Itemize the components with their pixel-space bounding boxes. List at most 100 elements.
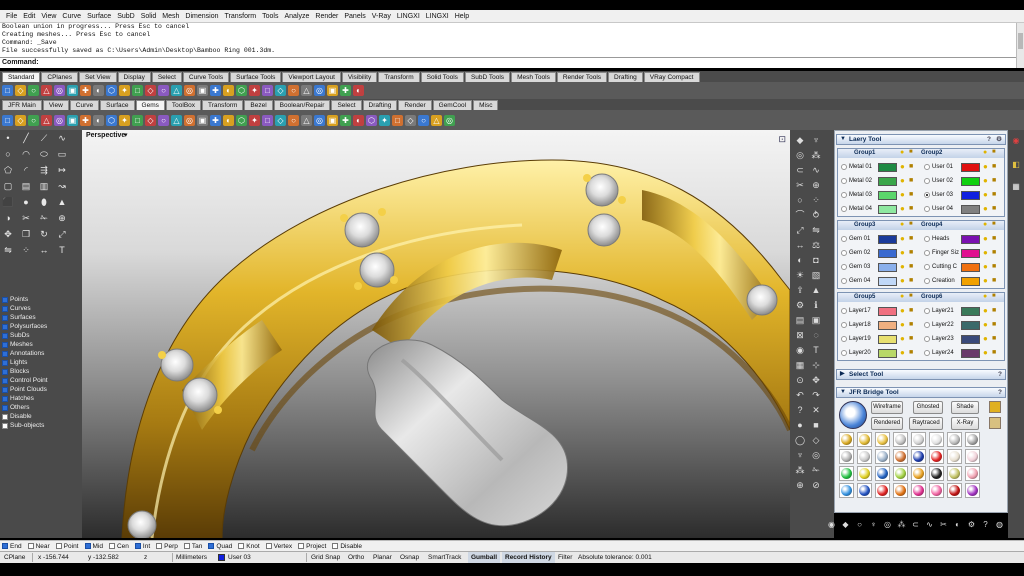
shank-icon[interactable]: ⊂: [910, 519, 921, 530]
text-icon[interactable]: ✚: [340, 114, 351, 126]
rotate-icon[interactable]: ◇: [145, 85, 156, 96]
osnap-checkbox[interactable]: [238, 543, 245, 549]
properties-icon[interactable]: ▣: [327, 85, 338, 96]
tab-toolbox[interactable]: ToolBox: [165, 100, 202, 110]
material-swatch[interactable]: [947, 449, 962, 464]
filter-point-clouds[interactable]: Point Clouds: [0, 385, 48, 394]
osnap-perp[interactable]: Perp: [156, 543, 178, 550]
material-swatch[interactable]: [857, 483, 872, 498]
menu-view[interactable]: View: [38, 13, 59, 20]
tab-set-view[interactable]: Set View: [78, 72, 117, 82]
lock-icon[interactable]: ■: [909, 175, 913, 187]
line-icon[interactable]: ╱: [20, 132, 32, 144]
gumball-icon[interactable]: ◉: [826, 519, 837, 530]
viewport-icon[interactable]: ◐: [223, 85, 234, 96]
mirror-icon[interactable]: ⇋: [2, 244, 14, 256]
gumball-toggle[interactable]: Gumball: [468, 552, 501, 563]
layer-row[interactable]: User 01 ● ■: [921, 160, 1004, 174]
menu-mesh[interactable]: Mesh: [159, 13, 182, 20]
show-icon[interactable]: ◉: [794, 344, 806, 356]
material-swatch[interactable]: [965, 449, 980, 464]
shank-icon[interactable]: △: [41, 114, 52, 126]
tab-subd-tools[interactable]: SubD Tools: [464, 72, 511, 82]
close-icon[interactable]: ✕: [810, 404, 822, 416]
ghosted-button[interactable]: Ghosted: [913, 401, 943, 414]
array-icon[interactable]: ◐: [93, 114, 104, 126]
settings-icon[interactable]: ○: [418, 114, 429, 126]
filter-checkbox[interactable]: [2, 413, 8, 420]
zoom-window-icon[interactable]: △: [171, 85, 182, 96]
zoom-extents-icon[interactable]: ◎: [184, 85, 195, 96]
tab-cplanes[interactable]: CPlanes: [41, 72, 78, 82]
lightbulb-icon[interactable]: ●: [900, 233, 905, 245]
wireframe-button[interactable]: Wireframe: [871, 401, 903, 414]
tab-viewport-layout[interactable]: Viewport Layout: [282, 72, 341, 82]
cplane-label[interactable]: CPlane: [4, 552, 25, 563]
scale-icon[interactable]: ⤢: [794, 224, 806, 236]
layer-color-swatch[interactable]: [878, 349, 897, 358]
osnap-checkbox[interactable]: [208, 543, 215, 549]
layer-radio[interactable]: [924, 308, 930, 314]
lock-icon[interactable]: ■: [992, 175, 996, 187]
osnap-checkbox[interactable]: [27, 543, 34, 549]
layer-radio[interactable]: [841, 322, 847, 328]
point-icon[interactable]: •: [2, 132, 14, 144]
material-swatch[interactable]: [839, 449, 854, 464]
sweep-icon[interactable]: ✚: [210, 114, 221, 126]
lock-icon[interactable]: ■: [909, 203, 913, 215]
lock-icon[interactable]: ■: [909, 305, 913, 317]
prong-icon[interactable]: ♆: [810, 134, 822, 146]
move-icon[interactable]: ✥: [2, 228, 14, 240]
prong2-icon[interactable]: ♆: [794, 449, 806, 461]
material-swatch[interactable]: [857, 449, 872, 464]
material-swatch[interactable]: [929, 466, 944, 481]
lock-icon[interactable]: ■: [909, 189, 913, 201]
cut-icon[interactable]: ✁: [810, 464, 822, 476]
settings-icon[interactable]: ⚙: [966, 519, 977, 530]
layer-color-swatch[interactable]: [878, 277, 897, 286]
gem2-icon[interactable]: ◇: [810, 434, 822, 446]
sphere-icon[interactable]: ●: [20, 196, 32, 208]
light-icon[interactable]: ☀: [794, 269, 806, 281]
material-swatch[interactable]: [947, 466, 962, 481]
osnap-int[interactable]: Int: [134, 543, 150, 550]
layer-radio[interactable]: [924, 350, 930, 356]
filter-curves[interactable]: Curves: [0, 304, 48, 313]
layer-color-swatch[interactable]: [878, 163, 897, 172]
layer-radio[interactable]: [924, 178, 930, 184]
export-icon[interactable]: ⇪: [794, 284, 806, 296]
filter-points[interactable]: Points: [0, 295, 48, 304]
properties-icon[interactable]: ◉: [1011, 136, 1021, 146]
layer-row[interactable]: Gem 02 ● ■: [838, 246, 921, 260]
material-swatch[interactable]: [839, 466, 854, 481]
lock-icon[interactable]: ■: [992, 233, 996, 245]
bulb-icon[interactable]: ●: [983, 221, 987, 228]
lightbulb-icon[interactable]: ●: [900, 347, 905, 359]
tab-standard[interactable]: Standard: [2, 72, 41, 82]
filter-toggle[interactable]: Filter: [558, 552, 572, 563]
prong-icon[interactable]: ♆: [868, 519, 879, 530]
revolve-icon[interactable]: ◐: [223, 114, 234, 126]
tab-surface-tools[interactable]: Surface Tools: [230, 72, 282, 82]
cutter-icon[interactable]: ✂: [794, 179, 806, 191]
osnap-checkbox[interactable]: [298, 543, 305, 549]
lock-icon[interactable]: ■: [909, 221, 913, 227]
material-swatch[interactable]: [947, 483, 962, 498]
explode-icon[interactable]: ▣: [327, 114, 338, 126]
pave-icon[interactable]: ⁂: [810, 149, 822, 161]
layer-color-swatch[interactable]: [961, 163, 980, 172]
ring-icon[interactable]: ○: [854, 519, 865, 530]
layer-row[interactable]: Heads ● ■: [921, 232, 1004, 246]
tab-gems[interactable]: Gems: [135, 100, 165, 110]
layer-row[interactable]: Layer17 ● ■: [838, 304, 921, 318]
join-icon[interactable]: ⊕: [56, 212, 68, 224]
filter-annotations[interactable]: Annotations: [0, 349, 48, 358]
menu-analyze[interactable]: Analyze: [281, 13, 312, 20]
cplane-icon[interactable]: ⬡: [236, 85, 247, 96]
lightbulb-icon[interactable]: ●: [900, 161, 905, 173]
lightbulb-icon[interactable]: ●: [983, 203, 988, 215]
layer-color-swatch[interactable]: [961, 235, 980, 244]
layer-radio[interactable]: [841, 336, 847, 342]
hide-icon[interactable]: ◌: [810, 329, 822, 341]
units-label[interactable]: Millimeters: [176, 552, 207, 563]
